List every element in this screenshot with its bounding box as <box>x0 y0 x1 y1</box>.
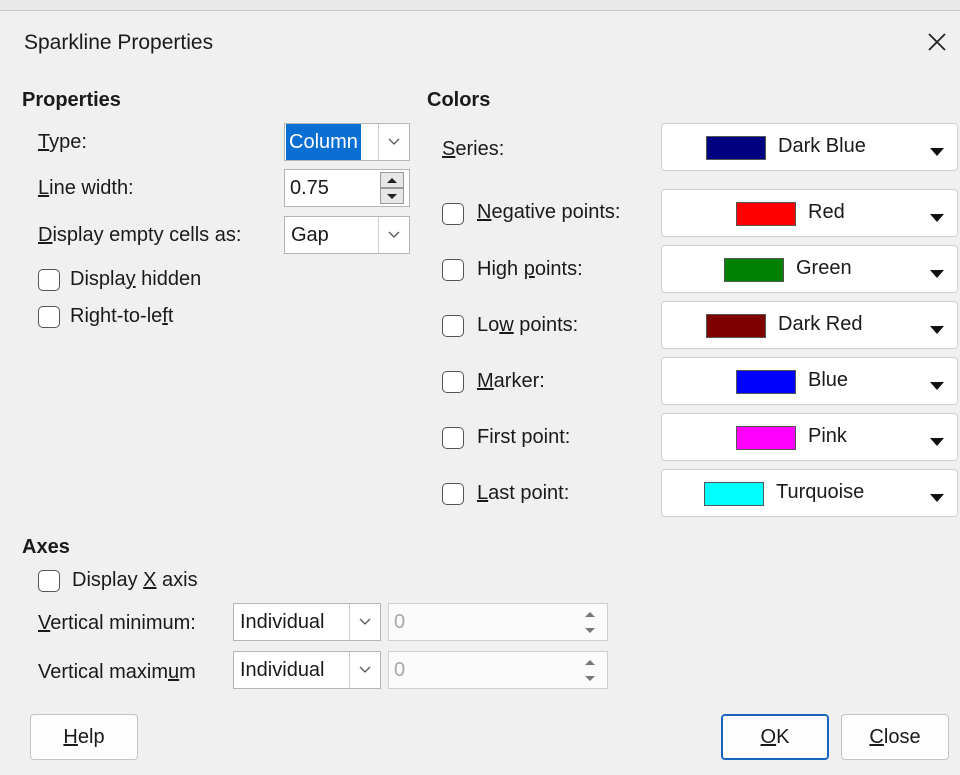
empty-cells-label: Display empty cells as: <box>38 224 242 246</box>
chevron-down-icon[interactable] <box>378 124 409 160</box>
vertical-minimum-label: Vertical minimum: <box>38 612 196 634</box>
empty-cells-value: Gap <box>291 224 329 246</box>
last-color-swatch <box>704 482 764 506</box>
display-x-axis-label: Display X axis <box>72 569 198 591</box>
high-points-checkbox[interactable] <box>442 259 464 281</box>
low-points-checkbox[interactable] <box>442 315 464 337</box>
help-button[interactable]: Help <box>30 714 138 760</box>
vertical-maximum-mode-dropdown[interactable]: Individual <box>233 651 381 689</box>
vertical-minimum-mode-dropdown[interactable]: Individual <box>233 603 381 641</box>
rtl-label: Right-to-left <box>70 305 174 327</box>
close-icon[interactable] <box>920 25 954 59</box>
marker-label: Marker: <box>477 370 545 392</box>
axes-heading: Axes <box>22 536 70 558</box>
type-value: Column <box>286 124 361 160</box>
last-point-label: Last point: <box>477 482 570 504</box>
close-button[interactable]: Close <box>841 714 949 760</box>
series-label: Series: <box>442 138 505 160</box>
negative-color-button[interactable]: Red <box>661 189 958 237</box>
first-color-swatch <box>736 426 796 450</box>
line-width-value: 0.75 <box>290 177 329 199</box>
marker-color-swatch <box>736 370 796 394</box>
low-color-name: Dark Red <box>778 313 863 335</box>
last-color-name: Turquoise <box>776 481 865 503</box>
decrement-icon[interactable] <box>578 670 602 686</box>
high-points-label: High points: <box>477 258 583 280</box>
low-color-swatch <box>706 314 766 338</box>
dialog-title: Sparkline Properties <box>24 31 214 54</box>
empty-cells-dropdown[interactable]: Gap <box>284 216 410 254</box>
colors-heading: Colors <box>427 89 491 111</box>
dropdown-arrow-icon <box>930 489 944 507</box>
vertical-minimum-spinner[interactable]: 0 <box>388 603 608 641</box>
series-color-name: Dark Blue <box>778 135 866 157</box>
vertical-maximum-spinner[interactable]: 0 <box>388 651 608 689</box>
display-x-axis-checkbox[interactable] <box>38 570 60 592</box>
display-hidden-label: Display hidden <box>70 268 202 290</box>
first-point-checkbox[interactable] <box>442 427 464 449</box>
series-color-swatch <box>706 136 766 160</box>
vertical-maximum-label: Vertical maximum <box>38 661 196 683</box>
low-color-button[interactable]: Dark Red <box>661 301 958 349</box>
increment-icon[interactable] <box>578 654 602 670</box>
first-point-label: First point: <box>477 426 571 448</box>
last-point-checkbox[interactable] <box>442 483 464 505</box>
chevron-down-icon[interactable] <box>349 604 380 640</box>
properties-heading: Properties <box>22 89 121 111</box>
high-color-button[interactable]: Green <box>661 245 958 293</box>
low-points-label: Low points: <box>477 314 579 336</box>
dropdown-arrow-icon <box>930 433 944 451</box>
chevron-down-icon[interactable] <box>378 217 409 253</box>
last-color-button[interactable]: Turquoise <box>661 469 958 517</box>
rtl-checkbox[interactable] <box>38 306 60 328</box>
type-label: Type: <box>38 131 87 153</box>
ok-button[interactable]: OK <box>721 714 829 760</box>
increment-icon[interactable] <box>380 172 404 188</box>
line-width-label: Line width: <box>38 177 134 199</box>
marker-color-name: Blue <box>808 369 849 391</box>
marker-color-button[interactable]: Blue <box>661 357 958 405</box>
dropdown-arrow-icon <box>930 209 944 227</box>
high-color-swatch <box>724 258 784 282</box>
display-hidden-checkbox[interactable] <box>38 269 60 291</box>
dropdown-arrow-icon <box>930 377 944 395</box>
increment-icon[interactable] <box>578 606 602 622</box>
type-dropdown[interactable]: Column <box>284 123 410 161</box>
dropdown-arrow-icon <box>930 265 944 283</box>
first-color-button[interactable]: Pink <box>661 413 958 461</box>
chevron-down-icon[interactable] <box>349 652 380 688</box>
decrement-icon[interactable] <box>578 622 602 638</box>
line-width-spinner[interactable]: 0.75 <box>284 169 410 207</box>
negative-color-swatch <box>736 202 796 226</box>
vertical-maximum-mode: Individual <box>240 659 325 681</box>
marker-checkbox[interactable] <box>442 371 464 393</box>
dropdown-arrow-icon <box>930 321 944 339</box>
negative-points-checkbox[interactable] <box>442 203 464 225</box>
sparkline-properties-dialog: Sparkline Properties Properties Type: Co… <box>0 10 960 775</box>
decrement-icon[interactable] <box>380 188 404 204</box>
negative-color-name: Red <box>808 201 845 223</box>
negative-points-label: Negative points: <box>477 201 621 223</box>
vertical-minimum-value: 0 <box>394 611 406 633</box>
vertical-maximum-value: 0 <box>394 659 406 681</box>
vertical-minimum-mode: Individual <box>240 611 325 633</box>
high-color-name: Green <box>796 257 852 279</box>
title-bar: Sparkline Properties <box>0 11 960 73</box>
first-color-name: Pink <box>808 425 847 447</box>
dropdown-arrow-icon <box>930 143 944 161</box>
series-color-button[interactable]: Dark Blue <box>661 123 958 171</box>
